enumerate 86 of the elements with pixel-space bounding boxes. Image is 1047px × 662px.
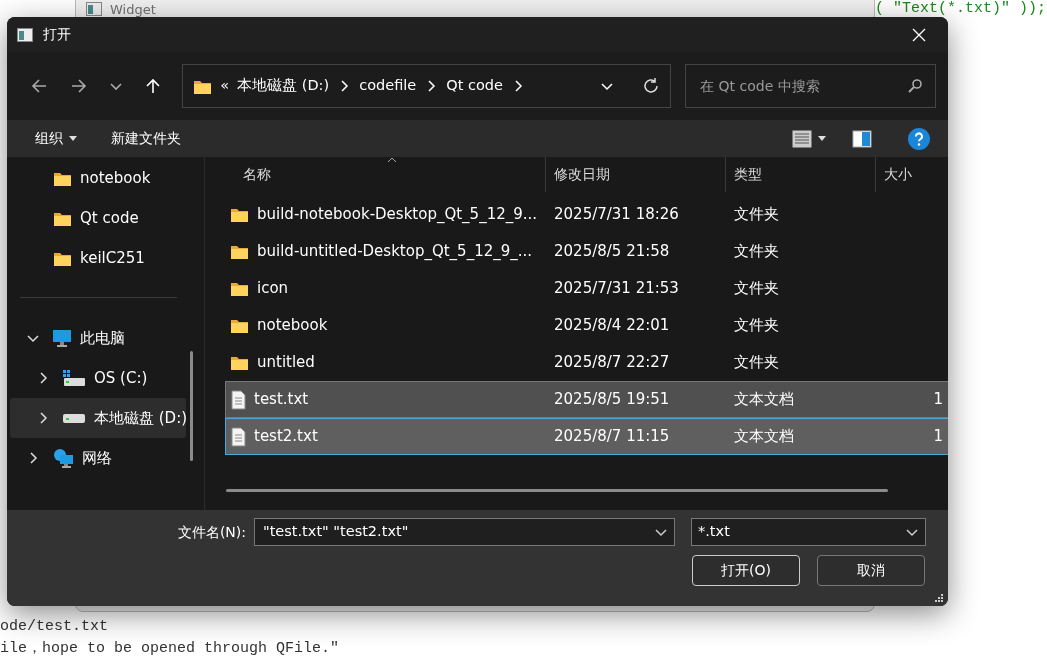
modified-date: 2025/8/7 22:27 [553,352,671,374]
file-type: 文件夹 [733,315,780,337]
modified-date: 2025/8/5 21:58 [553,241,671,263]
file-row[interactable]: untitled 2025/8/7 22:27 文件夹 [225,344,948,381]
file-type: 文件夹 [733,278,780,300]
modified-date: 2025/8/7 11:15 [553,426,671,448]
preview-pane-icon [852,129,872,148]
sidebar-item[interactable]: 网络 [10,438,186,478]
file-type: 文本文档 [733,389,795,411]
drive-icon [62,412,86,424]
caret-icon [818,136,826,141]
file-name: icon [257,278,289,300]
network-icon [52,448,74,468]
folder-icon [230,206,249,223]
overflow-indicator[interactable]: « [220,75,230,97]
folder-icon [230,280,249,297]
file-type: 文件夹 [733,204,780,226]
help-icon [908,127,930,150]
search-icon [907,78,924,94]
sidebar-item[interactable]: notebook [10,158,186,198]
file-row[interactable]: test.txt 2025/8/5 19:51 文本文档 1 [225,381,948,418]
file-size: 1 [932,389,944,411]
folder-icon [230,317,249,334]
close-icon [912,27,926,42]
file-row[interactable]: notebook 2025/8/4 22:01 文件夹 [225,307,948,344]
organize-button[interactable]: 组织 [29,126,83,151]
file-name: untitled [257,352,315,374]
scrollbar-thumb[interactable] [190,351,193,461]
column-header[interactable]: 大小 [876,157,948,192]
sidebar-item[interactable]: OS (C:) [10,358,186,398]
file-type: 文件夹 [733,352,780,374]
file-name: build-notebook-Desktop_Qt_5_12_9... [257,204,538,226]
column-header[interactable]: 类型 [726,157,876,192]
file-type-dropdown[interactable]: *.txt [691,518,926,546]
refresh-icon [642,77,661,95]
field-label: 文件名(N): [177,522,246,542]
caret-icon [69,136,77,141]
scrollbar-thumb[interactable] [226,489,888,492]
file-name: test2.txt [254,426,318,448]
modified-date: 2025/8/5 19:51 [553,389,671,411]
breadcrumb-link[interactable]: Qt code [446,75,503,97]
cancel-button[interactable]: 取消 [817,555,925,586]
dialog-title: 打开 [43,25,72,44]
drive-icon [62,369,86,387]
address-bar[interactable]: « 本地磁盘 (D:) codefile Qt code [182,64,672,108]
sort-icon [387,157,397,163]
list-view-icon [792,129,812,148]
monitor-icon [52,329,72,347]
app-icon [17,27,33,42]
document-icon [230,389,246,410]
document-icon [230,426,246,447]
column-header[interactable]: 名称 [205,157,546,192]
sidebar-item[interactable]: Qt code [10,198,186,238]
sidebar-item[interactable]: 此电脑 [10,318,186,358]
modified-date: 2025/7/31 18:26 [553,204,680,226]
sidebar-item[interactable]: keilC251 [10,238,186,278]
file-row[interactable]: icon 2025/7/31 21:53 文件夹 [225,270,948,307]
code-line: ( "Text(*.txt)" )); [875,0,1047,19]
filename-field[interactable]: "test.txt" "test2.txt" [261,520,641,544]
file-row[interactable]: test2.txt 2025/8/7 11:15 文本文档 1 [225,418,948,455]
file-name: test.txt [254,389,309,411]
file-size: 1 [932,426,944,448]
arrow-icon [30,77,49,95]
modified-date: 2025/7/31 21:53 [553,278,680,300]
file-type: 文件夹 [733,241,780,263]
code-line: ode/test.txt [0,617,109,637]
search-box[interactable]: 在 Qt code 中搜索 [685,64,937,108]
new-folder-button[interactable]: 新建文件夹 [105,126,187,151]
file-name: build-untitled-Desktop_Qt_5_12_9_... [257,241,533,263]
folder-icon [230,354,249,371]
breadcrumb-link[interactable]: 本地磁盘 (D:) [237,75,330,97]
search-field[interactable]: 在 Qt code 中搜索 [698,74,889,98]
breadcrumb-link[interactable]: codefile [359,75,417,97]
filename-combo-box[interactable]: "test.txt" "test2.txt" [254,518,675,546]
window-title: Widget [110,2,156,16]
code-line: ile，hope to be opened through QFile." [0,639,340,659]
column-header[interactable]: 修改日期 [546,157,726,192]
file-name: notebook [257,315,328,337]
sidebar-item[interactable]: 本地磁盘 (D:) [10,398,186,438]
modified-date: 2025/8/4 22:01 [553,315,671,337]
file-type: 文本文档 [733,426,795,448]
file-row[interactable]: build-untitled-Desktop_Qt_5_12_9_... 2025/8/5 21:58 文件夹 [225,233,948,270]
resize-grip-icon [934,593,944,603]
open-button[interactable]: 打开(O) [692,555,800,586]
folder-icon [230,243,249,260]
file-row[interactable]: build-notebook-Desktop_Qt_5_12_9... 2025/7/31 18:26 文件夹 [225,196,948,233]
